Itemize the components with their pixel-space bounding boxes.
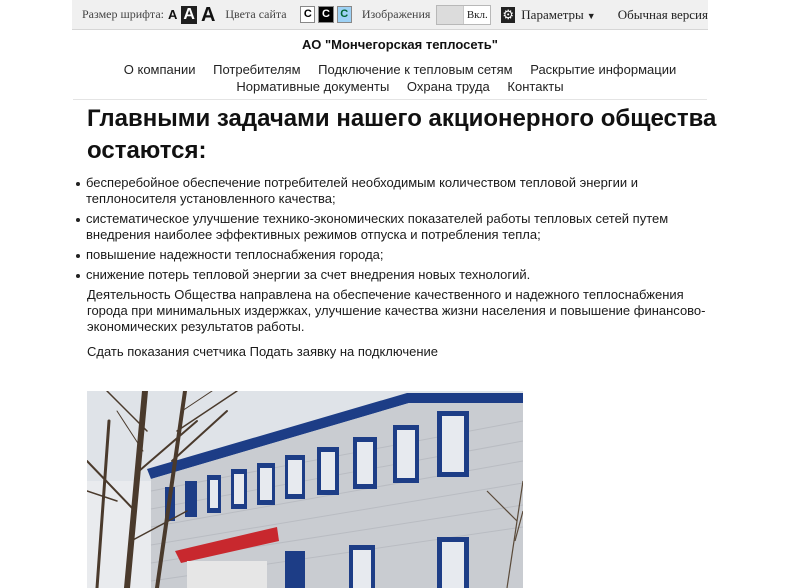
building-photo: [87, 391, 523, 588]
nav-about[interactable]: О компании: [124, 62, 196, 77]
bullet-icon: [76, 274, 80, 278]
images-label: Изображения: [361, 7, 431, 21]
color-scheme-blue-button[interactable]: C: [336, 6, 352, 23]
list-item-text: снижение потерь тепловой энергии за счет…: [86, 267, 531, 282]
nav-consumers[interactable]: Потребителям: [213, 62, 300, 77]
bullet-icon: [76, 218, 80, 222]
settings-label: Параметры: [521, 6, 584, 22]
toggle-knob: [437, 5, 465, 24]
main-nav-row-1: О компании Потребителям Подключение к те…: [0, 62, 800, 77]
bullet-icon: [76, 254, 80, 258]
color-scheme-black-button[interactable]: C: [318, 6, 334, 23]
nav-contacts[interactable]: Контакты: [507, 79, 563, 94]
list-item: систематическое улучшение технико-эконом…: [74, 211, 714, 243]
nav-labor-safety[interactable]: Охрана труда: [407, 79, 490, 94]
site-colors-label: Цвета сайта: [225, 7, 287, 21]
list-item-text: систематическое улучшение технико-эконом…: [86, 211, 669, 242]
company-description: Деятельность Общества направлена на обес…: [87, 287, 706, 334]
tasks-list: бесперебойное обеспечение потребителей н…: [74, 175, 714, 287]
color-scheme-white-button[interactable]: C: [300, 6, 316, 23]
organization-name: АО "Мончегорская теплосеть": [302, 37, 498, 52]
list-item-text: повышение надежности теплоснабжения горо…: [86, 247, 384, 262]
images-toggle-state: Вкл.: [464, 5, 491, 24]
submit-meter-readings-link[interactable]: Сдать показания счетчика: [87, 344, 246, 359]
bullet-icon: [76, 182, 80, 186]
list-item: повышение надежности теплоснабжения горо…: [74, 247, 714, 263]
header-divider: [73, 99, 707, 100]
main-nav-row-2: Нормативные документы Охрана труда Конта…: [0, 79, 800, 94]
nav-connection[interactable]: Подключение к тепловым сетям: [318, 62, 512, 77]
list-item: бесперебойное обеспечение потребителей н…: [74, 175, 714, 207]
list-item: снижение потерь тепловой энергии за счет…: [74, 267, 714, 283]
font-size-medium-button[interactable]: A: [181, 5, 197, 24]
caret-down-icon: ▼: [586, 10, 596, 21]
font-size-large-button[interactable]: A: [201, 5, 215, 25]
font-size-small-button[interactable]: A: [168, 8, 177, 21]
list-item-text: бесперебойное обеспечение потребителей н…: [86, 175, 639, 206]
nav-regulations[interactable]: Нормативные документы: [236, 79, 389, 94]
images-toggle[interactable]: Вкл.: [436, 4, 492, 25]
normal-version-link[interactable]: Обычная версия: [618, 7, 708, 23]
font-size-label: Размер шрифта:: [82, 7, 164, 21]
action-links: Сдать показания счетчика Подать заявку н…: [87, 344, 438, 359]
gear-icon[interactable]: ⚙: [501, 6, 516, 23]
submit-connection-request-link[interactable]: Подать заявку на подключение: [250, 344, 438, 359]
settings-dropdown[interactable]: Параметры ▼: [521, 7, 595, 23]
page-title: Главными задачами нашего акционерного об…: [87, 105, 717, 164]
accessibility-toolbar: Размер шрифта: A A A Цвета сайта C C C И…: [72, 0, 708, 30]
nav-disclosure[interactable]: Раскрытие информации: [530, 62, 676, 77]
